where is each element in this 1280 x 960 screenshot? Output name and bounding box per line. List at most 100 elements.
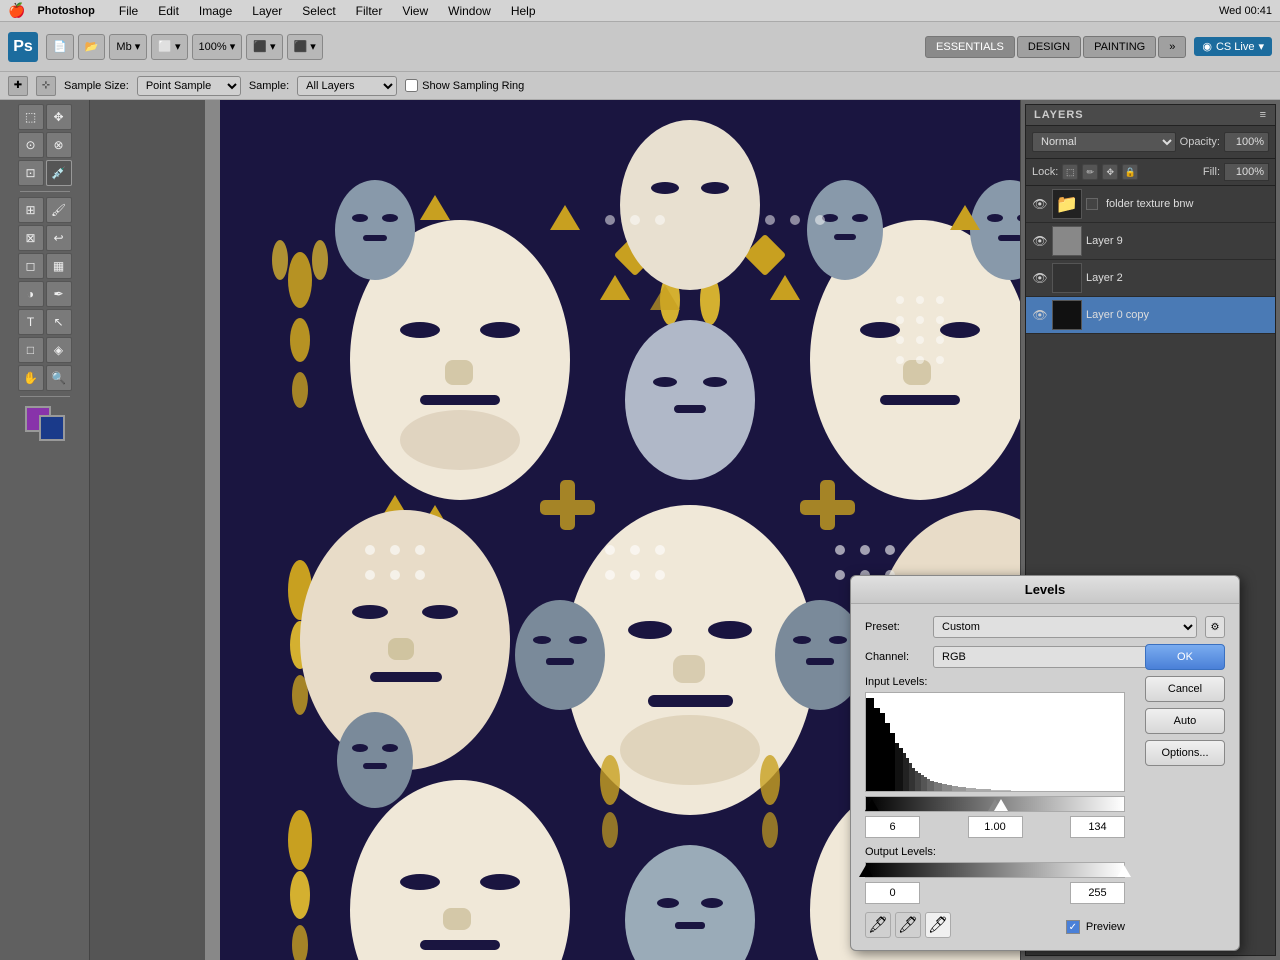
path-select-tool[interactable]: ↖ (46, 309, 72, 335)
black-point-handle[interactable] (865, 799, 879, 811)
layer-0-copy-thumb (1052, 300, 1082, 330)
layer-2-eye-icon[interactable]: 👁 (1032, 270, 1048, 286)
levels-ok-btn[interactable]: OK (1145, 644, 1225, 670)
preview-checkbox[interactable]: ✓ (1066, 920, 1080, 934)
opacity-input[interactable] (1224, 132, 1269, 152)
arrange-btn[interactable]: ⬛ ▾ (246, 34, 282, 60)
essentials-btn[interactable]: ESSENTIALS (925, 36, 1015, 58)
bridge-btn[interactable]: Mb ▾ (109, 34, 147, 60)
menu-help[interactable]: Help (503, 4, 544, 18)
input-level-values (865, 816, 1125, 838)
color-swatches[interactable] (25, 406, 65, 441)
hand-tool[interactable]: ✋ (18, 365, 44, 391)
cs-live-label: CS Live (1216, 41, 1255, 53)
quick-select-tool[interactable]: ⊗ (46, 132, 72, 158)
dodge-tool[interactable]: ◑ (18, 281, 44, 307)
sample-size-select[interactable]: Point Sample 3 by 3 Average 5 by 5 Avera… (137, 76, 241, 96)
white-eyedropper-btn[interactable]: 🖊 (925, 912, 951, 938)
eyedropper-tool-icon[interactable]: ✚ (8, 76, 28, 96)
blend-mode-select[interactable]: Normal Multiply Screen (1032, 132, 1176, 152)
background-color[interactable] (39, 415, 65, 441)
input-levels-slider[interactable] (865, 796, 1125, 812)
show-sampling-ring-checkbox[interactable] (405, 79, 418, 92)
input-low-value[interactable] (865, 816, 920, 838)
apple-menu[interactable]: 🍎 (8, 2, 25, 19)
3d-tool[interactable]: ◈ (46, 337, 72, 363)
color-sampler-icon[interactable]: ⊹ (36, 76, 56, 96)
levels-options-btn[interactable]: Options... (1145, 740, 1225, 766)
lock-image-btn[interactable]: ✏ (1082, 164, 1098, 180)
design-btn[interactable]: DESIGN (1017, 36, 1081, 58)
layer-eye-icon[interactable]: 👁 (1032, 196, 1048, 212)
menu-select[interactable]: Select (294, 4, 343, 18)
output-low-value[interactable] (865, 882, 920, 904)
select-marquee-tool[interactable]: ⬚ (18, 104, 44, 130)
menu-window[interactable]: Window (440, 4, 499, 18)
menu-filter[interactable]: Filter (348, 4, 391, 18)
white-point-handle[interactable] (994, 799, 1008, 811)
move-tool[interactable]: ✥ (46, 104, 72, 130)
opacity-label: Opacity: (1180, 136, 1220, 148)
screen-btn[interactable]: ⬛ ▾ (287, 34, 323, 60)
new-doc-btn[interactable]: 📄 (46, 34, 74, 60)
channel-label: Channel: (865, 651, 925, 663)
layer-0-copy-item[interactable]: 👁 Layer 0 copy (1026, 297, 1275, 334)
sample-select[interactable]: All Layers Current Layer (297, 76, 397, 96)
shape-tool[interactable]: □ (18, 337, 44, 363)
black-eyedropper-btn[interactable]: 🖋 (865, 912, 891, 938)
menu-layer[interactable]: Layer (244, 4, 290, 18)
painting-btn[interactable]: PAINTING (1083, 36, 1156, 58)
lock-position-btn[interactable]: ✥ (1102, 164, 1118, 180)
cs-live-btn[interactable]: ◉ CS Live ▾ (1194, 37, 1272, 56)
output-high-value[interactable] (1070, 882, 1125, 904)
layer-9-eye-icon[interactable]: 👁 (1032, 233, 1048, 249)
output-black-handle[interactable] (859, 865, 873, 877)
eyedropper-tool[interactable]: 💉 (46, 160, 72, 186)
open-btn[interactable]: 📂 (78, 34, 106, 60)
lock-transparent-btn[interactable]: ⬚ (1062, 164, 1078, 180)
ps-logo: Ps (8, 32, 38, 62)
layers-panel-menu-icon[interactable]: ≡ (1260, 109, 1267, 121)
menu-file[interactable]: File (111, 4, 146, 18)
menu-edit[interactable]: Edit (150, 4, 187, 18)
preset-settings-icon[interactable]: ⚙ (1205, 616, 1225, 638)
dialog-buttons-group: OK Cancel Auto Options... (1145, 644, 1225, 766)
input-slider-container[interactable] (865, 796, 1125, 812)
gradient-tool[interactable]: ▦ (46, 253, 72, 279)
stamp-tool[interactable]: ⊠ (18, 225, 44, 251)
layer-2-name: Layer 2 (1086, 272, 1269, 284)
history-brush-tool[interactable]: ↩ (46, 225, 72, 251)
pen-tool[interactable]: ✒ (46, 281, 72, 307)
output-slider-container[interactable] (865, 862, 1125, 878)
input-high-value[interactable] (1070, 816, 1125, 838)
preset-label: Preset: (865, 621, 925, 633)
brush-tool[interactable]: 🖌 (46, 197, 72, 223)
spot-heal-tool[interactable]: ⊞ (18, 197, 44, 223)
lasso-tool[interactable]: ⊙ (18, 132, 44, 158)
layer-9-item[interactable]: 👁 Layer 9 (1026, 223, 1275, 260)
menubar-right: Wed 00:41 (1219, 5, 1272, 17)
tool-divider-2 (20, 396, 70, 397)
gray-eyedropper-btn[interactable]: 🖊 (895, 912, 921, 938)
type-tool[interactable]: T (18, 309, 44, 335)
more-workspaces-btn[interactable]: » (1158, 36, 1186, 58)
eraser-tool[interactable]: ◻ (18, 253, 44, 279)
input-mid-value[interactable] (968, 816, 1023, 838)
crop-tool[interactable]: ⊡ (18, 160, 44, 186)
output-white-handle[interactable] (1117, 865, 1131, 877)
show-sampling-ring-label[interactable]: Show Sampling Ring (405, 79, 524, 92)
output-levels-slider[interactable] (865, 862, 1125, 878)
layer-2-item[interactable]: 👁 Layer 2 (1026, 260, 1275, 297)
zoom-tool[interactable]: 🔍 (46, 365, 72, 391)
fill-input[interactable] (1224, 163, 1269, 181)
lock-all-btn[interactable]: 🔒 (1122, 164, 1138, 180)
menu-image[interactable]: Image (191, 4, 240, 18)
zoom-btn[interactable]: 100% ▾ (192, 34, 243, 60)
levels-auto-btn[interactable]: Auto (1145, 708, 1225, 734)
preset-select[interactable]: Custom Default (933, 616, 1197, 638)
layer-0-copy-eye-icon[interactable]: 👁 (1032, 307, 1048, 323)
levels-cancel-btn[interactable]: Cancel (1145, 676, 1225, 702)
view-mode-btn[interactable]: ⬜ ▾ (151, 34, 187, 60)
menu-view[interactable]: View (394, 4, 436, 18)
layer-folder-item[interactable]: 👁 📁 folder texture bnw (1026, 186, 1275, 223)
